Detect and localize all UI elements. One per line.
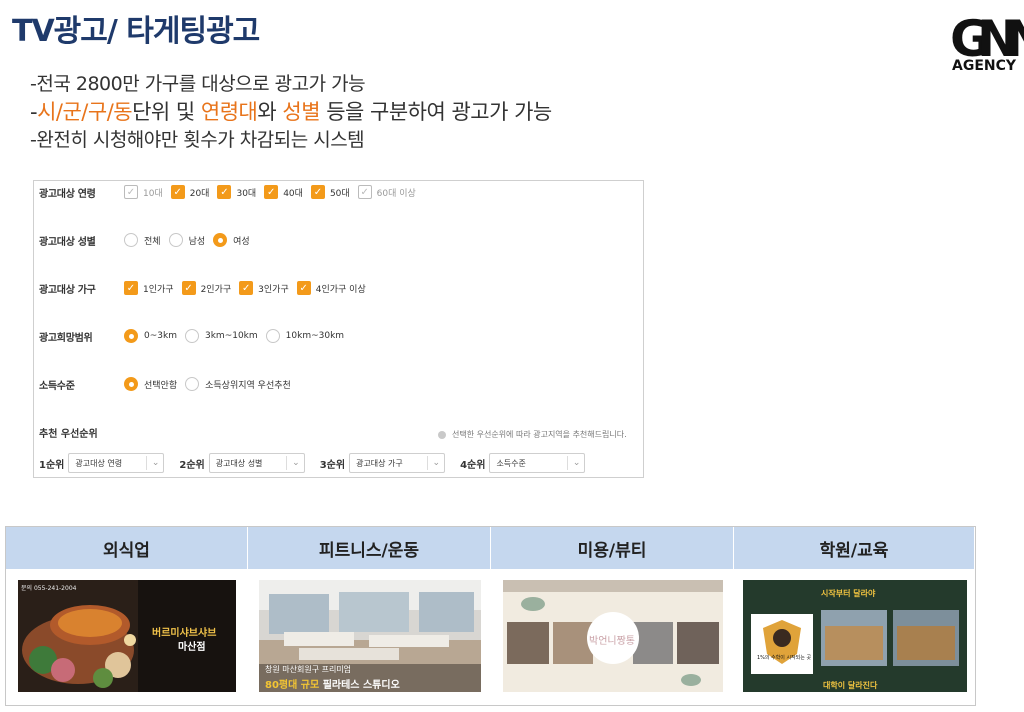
household-row: 광고대상 가구 ✓ 1인가구 ✓ 2인가구 ✓ 3인가구 ✓ 4인가구 이상 [39, 277, 374, 299]
logo-subtitle: AGENCY [952, 58, 1017, 74]
radio-icon [184, 329, 199, 343]
radio-icon [168, 233, 183, 247]
feature-bullets: -전국 2800만 가구를 대상으로 광고가 가능 -시/군/구/동단위 및 연… [30, 70, 552, 154]
income-option-top[interactable]: 소득상위지역 우선추천 [185, 377, 291, 391]
radio-icon [265, 329, 280, 343]
gender-option-male[interactable]: 남성 [168, 233, 205, 247]
range-row: 광고희망범위 0~3km 3km~10km 10km~30km [39, 325, 352, 347]
priority-select-2[interactable]: 광고대상 성별 ⌄ [208, 453, 305, 473]
info-icon [438, 430, 446, 439]
bullet-targeting: -시/군/구/동단위 및 연령대와 성별 등을 구분하여 광고가 가능 [30, 100, 552, 124]
checkbox-checked-icon: ✓ [264, 185, 279, 199]
household-option-4plus[interactable]: ✓ 4인가구 이상 [296, 281, 366, 295]
household-option-2[interactable]: ✓ 2인가구 [181, 281, 231, 295]
priority-note: 선택한 우선순위에 따라 광고지역을 추천해드립니다. [438, 429, 627, 440]
checkbox-icon: ✓ [124, 185, 138, 199]
age-option-10s[interactable]: ✓ 10대 [124, 185, 163, 199]
priority-item-3: 3순위 광고대상 가구 ⌄ [320, 453, 446, 473]
radio-selected-icon [124, 377, 138, 391]
age-row: 광고대상 연령 ✓ 10대 ✓ 20대 ✓ 30대 ✓ 40대 ✓ 50대 ✓ 60대 이상 [39, 181, 424, 203]
food-phone: 문의 055-241-2004 [21, 585, 77, 592]
income-option-none[interactable]: 선택안함 [124, 377, 177, 391]
priority-title: 추천 우선순위 [39, 429, 98, 440]
gender-row: 광고대상 성별 전체 남성 여성 [39, 229, 258, 251]
range-option-0-3km[interactable]: 0~3km [124, 329, 177, 343]
priority-row: 1순위 광고대상 연령 ⌄ 2순위 광고대상 성별 ⌄ 3순위 광고대상 가구 ⌄ 4… [39, 453, 600, 473]
checkbox-icon: ✓ [357, 185, 372, 199]
category-header-education: 학원/교육 [734, 527, 975, 569]
page-title: TV광고/ 타게팅광고 [12, 14, 260, 49]
age-option-30s[interactable]: ✓ 30대 [217, 185, 256, 199]
checkbox-checked-icon: ✓ [170, 185, 185, 199]
age-label: 광고대상 연령 [39, 188, 96, 200]
chevron-down-icon: ⌄ [145, 456, 159, 470]
checkbox-checked-icon: ✓ [181, 281, 196, 295]
chevron-down-icon: ⌄ [286, 456, 300, 470]
targeting-form: 광고대상 연령 ✓ 10대 ✓ 20대 ✓ 30대 ✓ 40대 ✓ 50대 ✓ 60대 이상… [33, 180, 644, 478]
gender-label: 광고대상 성별 [39, 236, 96, 248]
radio-icon [185, 377, 200, 391]
priority-select-4[interactable]: 소득수준 ⌄ [489, 453, 586, 473]
gender-option-all[interactable]: 전체 [124, 233, 161, 247]
priority-item-1: 1순위 광고대상 연령 ⌄ [39, 453, 165, 473]
radio-selected-icon [124, 329, 138, 343]
checkbox-checked-icon: ✓ [217, 185, 232, 199]
education-badge: 1%의 수학이 시작되는 곳 [756, 655, 812, 661]
household-option-1[interactable]: ✓ 1인가구 [124, 281, 174, 295]
household-option-3[interactable]: ✓ 3인가구 [239, 281, 289, 295]
highlight-region: 시/군/구/동 [37, 100, 133, 124]
education-bottom: 대학이 달라진다 [823, 681, 878, 690]
thumbnail-beauty: 박언니짱통 [503, 580, 723, 692]
radio-icon [124, 233, 138, 247]
category-header-fitness: 피트니스/운동 [248, 527, 491, 569]
thumbnail-fitness: 창원 마산회원구 프리미엄 80평대 규모 필라테스 스튜디오 [259, 580, 481, 692]
income-label: 소득수준 [39, 380, 75, 392]
radio-selected-icon [213, 233, 228, 247]
category-table: 외식업 피트니스/운동 미용/뷰티 학원/교육 문의 055-241-2004 … [5, 526, 976, 706]
priority-item-2: 2순위 광고대상 성별 ⌄ [179, 453, 305, 473]
checkbox-checked-icon: ✓ [239, 281, 254, 295]
gender-option-female[interactable]: 여성 [213, 233, 250, 247]
age-option-60s[interactable]: ✓ 60대 이상 [357, 185, 416, 199]
age-option-40s[interactable]: ✓ 40대 [264, 185, 303, 199]
beauty-brand: 박언니짱통 [589, 636, 635, 647]
highlight-age: 연령대 [200, 100, 258, 124]
age-option-20s[interactable]: ✓ 20대 [170, 185, 209, 199]
fitness-line2: 80평대 규모 필라테스 스튜디오 [265, 680, 400, 691]
income-row: 소득수준 선택안함 소득상위지역 우선추천 [39, 373, 299, 395]
thumbnail-education: 시작부터 달라야 1%의 수학이 시작되는 곳 대학이 달라진다 [743, 580, 967, 692]
age-option-50s[interactable]: ✓ 50대 [310, 185, 350, 199]
bullet-view-count: -완전히 시청해야만 횟수가 차감되는 시스템 [30, 129, 365, 151]
range-option-3-10km[interactable]: 3km~10km [184, 329, 258, 343]
chevron-down-icon: ⌄ [426, 456, 440, 470]
thumbnail-food: 문의 055-241-2004 버르미샤브샤브 마산점 [18, 580, 236, 692]
food-headline: 버르미샤브샤브 [152, 628, 217, 639]
priority-item-4: 4순위 소득수준 ⌄ [460, 453, 586, 473]
highlight-gender: 성별 [282, 100, 321, 124]
bullet-nationwide: -전국 2800만 가구를 대상으로 광고가 가능 [30, 73, 366, 95]
fitness-line1: 창원 마산회원구 프리미엄 [265, 665, 352, 674]
range-label: 광고희망범위 [39, 332, 93, 344]
priority-select-1[interactable]: 광고대상 연령 ⌄ [68, 453, 165, 473]
food-branch: 마산점 [178, 642, 206, 653]
chevron-down-icon: ⌄ [566, 456, 580, 470]
category-header-beauty: 미용/뷰티 [491, 527, 734, 569]
range-option-10-30km[interactable]: 10km~30km [265, 329, 344, 343]
checkbox-checked-icon: ✓ [310, 185, 325, 199]
checkbox-checked-icon: ✓ [124, 281, 138, 295]
category-header-food: 외식업 [6, 527, 248, 569]
checkbox-checked-icon: ✓ [296, 281, 311, 295]
education-top: 시작부터 달라야 [821, 589, 876, 598]
household-label: 광고대상 가구 [39, 284, 96, 296]
priority-select-3[interactable]: 광고대상 가구 ⌄ [349, 453, 446, 473]
